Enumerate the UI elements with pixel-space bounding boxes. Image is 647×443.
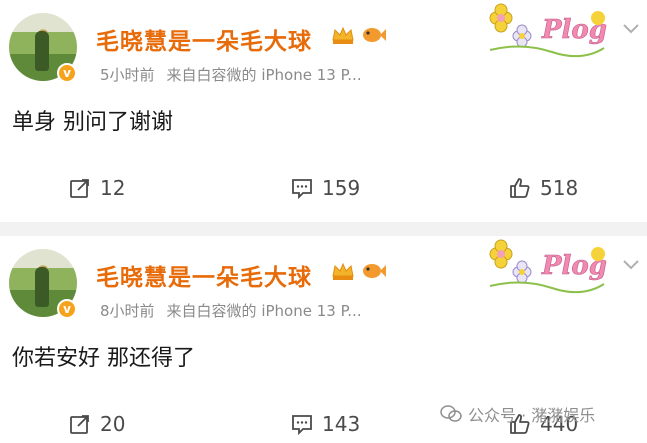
chevron-down-icon[interactable] xyxy=(621,22,641,36)
post-actions: 12 159 518 xyxy=(0,170,647,206)
fish-icon xyxy=(363,264,386,278)
post-source: 来自白容微的 iPhone 13 P... xyxy=(166,66,362,84)
verified-badge-icon: v xyxy=(57,299,77,319)
comment-count: 143 xyxy=(322,412,361,436)
avatar-figure xyxy=(35,267,49,307)
verified-badge-icon: v xyxy=(57,63,77,83)
crown-icon xyxy=(332,262,354,280)
crown-icon xyxy=(332,26,354,44)
comment-icon xyxy=(292,415,312,436)
post-time: 8小时前 xyxy=(100,302,155,320)
comment-button[interactable]: 159 xyxy=(290,170,360,206)
fish-icon xyxy=(363,28,386,42)
repost-button[interactable]: 20 xyxy=(68,406,125,442)
repost-button[interactable]: 12 xyxy=(68,170,125,206)
username[interactable]: 毛晓慧是一朵毛大球 xyxy=(96,22,312,56)
like-button[interactable]: 518 xyxy=(508,170,578,206)
post-separator xyxy=(0,222,647,236)
repost-icon xyxy=(70,415,89,434)
watermark-text: 公众号 · 潴潴娱乐 xyxy=(468,406,596,425)
post-content: 单身 别问了谢谢 xyxy=(12,110,173,135)
post-time: 5小时前 xyxy=(100,66,155,84)
watermark: 公众号 · 潴潴娱乐 xyxy=(440,402,595,426)
plog-sticker-icon: Plog xyxy=(489,239,607,294)
weibo-post-1: v 毛晓慧是一朵毛大球 5小时前 来自白容微的 iPhone 13 P... Pl… xyxy=(0,0,647,222)
post-content: 你若安好 那还得了 xyxy=(12,346,195,371)
repost-count: 20 xyxy=(100,412,126,436)
wechat-icon xyxy=(440,405,462,422)
comment-count: 159 xyxy=(322,176,361,200)
username[interactable]: 毛晓慧是一朵毛大球 xyxy=(96,258,312,292)
like-count: 518 xyxy=(540,176,579,200)
chevron-down-icon[interactable] xyxy=(621,258,641,272)
post-meta: 5小时前 来自白容微的 iPhone 13 P... xyxy=(100,64,362,85)
repost-count: 12 xyxy=(100,176,126,200)
repost-icon xyxy=(70,179,89,198)
post-meta: 8小时前 来自白容微的 iPhone 13 P... xyxy=(100,300,362,321)
avatar-figure xyxy=(35,31,49,71)
thumbs-up-icon xyxy=(510,178,530,198)
plog-sticker-icon: Plog xyxy=(489,3,607,58)
comment-icon xyxy=(292,179,312,200)
comment-button[interactable]: 143 xyxy=(290,406,360,442)
post-source: 来自白容微的 iPhone 13 P... xyxy=(166,302,362,320)
